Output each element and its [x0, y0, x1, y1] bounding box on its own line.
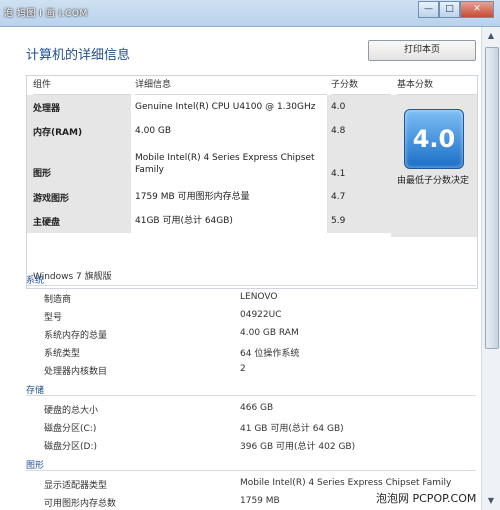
row-subscore: 4.7 [327, 185, 391, 209]
windows-edition: Windows 7 旗舰版 [33, 272, 112, 282]
section-divider [26, 395, 476, 396]
info-value: 4.00 GB RAM [240, 328, 299, 338]
table-row-gaming-graphics: 游戏图形 1759 MB 可用图形内存总量 4.7 [27, 185, 391, 209]
print-button[interactable]: 打印本页 [368, 40, 476, 61]
row-subscore: 4.1 [327, 143, 391, 185]
table-row-processor: 处理器 Genuine Intel(R) CPU U4100 @ 1.30GHz… [27, 95, 391, 119]
base-score-badge: 4.0 [404, 109, 464, 169]
info-label: 磁盘分区(C:) [44, 424, 97, 434]
table-row-memory: 内存(RAM) 4.00 GB 4.8 [27, 119, 391, 143]
row-detail: 4.00 GB [135, 126, 172, 136]
scroll-down-arrow-icon[interactable]: ▼ [484, 494, 498, 508]
info-value: 1759 MB [240, 496, 280, 506]
info-label: 制造商 [44, 295, 72, 305]
row-category: 主硬盘 [27, 209, 131, 233]
row-category: 内存(RAM) [27, 119, 131, 143]
info-label: 磁盘分区(D:) [44, 442, 97, 452]
row-subscore: 4.8 [327, 119, 391, 143]
row-detail: 41GB 可用(总计 64GB) [135, 216, 233, 226]
info-label: 可用图形内存总数 [44, 499, 117, 509]
minimize-button[interactable]: — [418, 1, 439, 18]
row-subscore: 5.9 [327, 209, 391, 233]
info-label: 显示适配器类型 [44, 481, 108, 491]
row-detail: Genuine Intel(R) CPU U4100 @ 1.30GHz [135, 102, 316, 112]
info-value: 2 [240, 364, 246, 374]
title-bar: 泡 妈图 Ⅰ 画 Ⅰ.COM — □ ✕ [0, 0, 500, 27]
info-label: 型号 [44, 313, 63, 323]
row-category: 图形 [27, 143, 131, 185]
column-header-component: 组件 [33, 76, 131, 95]
info-label: 处理器内核数目 [44, 367, 108, 377]
info-value: 41 GB 可用(总计 64 GB) [240, 424, 344, 434]
table-row-primary-disk: 主硬盘 41GB 可用(总计 64GB) 5.9 [27, 209, 391, 233]
column-header-basescore: 基本分数 [397, 76, 477, 95]
close-button[interactable]: ✕ [460, 1, 494, 18]
info-value: Mobile Intel(R) 4 Series Express Chipset… [240, 478, 452, 488]
column-header-subscore: 子分数 [331, 76, 391, 95]
info-value: 64 位操作系统 [240, 349, 300, 359]
section-divider [26, 470, 476, 471]
vertical-scrollbar[interactable]: ▲ ▼ [481, 27, 500, 510]
column-header-detail: 详细信息 [135, 76, 327, 95]
info-label: 系统类型 [44, 349, 81, 359]
maximize-button[interactable]: □ [439, 1, 460, 18]
score-table: 组件 详细信息 子分数 基本分数 处理器 Genuine Intel(R) CP… [26, 75, 478, 289]
window-controls: — □ ✕ [418, 1, 494, 18]
table-row-graphics: 图形 Mobile Intel(R) 4 Series Express Chip… [27, 143, 391, 185]
info-value: 396 GB 可用(总计 402 GB) [240, 442, 356, 452]
row-category: 处理器 [27, 95, 131, 119]
row-category: 游戏图形 [27, 185, 131, 209]
info-label: 系统内存的总量 [44, 331, 108, 341]
row-detail: 1759 MB 可用图形内存总量 [135, 192, 250, 202]
watermark: 泡泡网 PCPOP.COM [376, 492, 477, 505]
info-label: 硬盘的总大小 [44, 406, 99, 416]
info-value: 466 GB [240, 403, 274, 413]
info-value: 04922UC [240, 310, 282, 320]
window-title: 泡 妈图 Ⅰ 画 Ⅰ.COM [4, 9, 88, 19]
content-area: 计算机的详细信息 打印本页 组件 详细信息 子分数 基本分数 处理器 Genui… [0, 27, 480, 510]
section-divider [26, 285, 476, 286]
scrollbar-thumb[interactable] [485, 47, 499, 349]
base-score-panel: 4.0 由最低子分数决定 [391, 95, 477, 237]
base-score-note: 由最低子分数决定 [397, 176, 470, 186]
info-value: LENOVO [240, 292, 278, 302]
scroll-up-arrow-icon[interactable]: ▲ [484, 29, 498, 43]
row-detail: Mobile Intel(R) 4 Series Express Chipset… [135, 153, 315, 175]
row-subscore: 4.0 [327, 95, 391, 119]
page-title: 计算机的详细信息 [26, 48, 131, 63]
